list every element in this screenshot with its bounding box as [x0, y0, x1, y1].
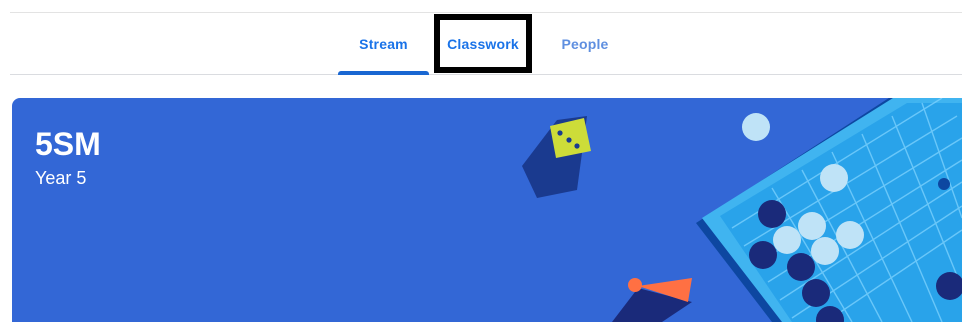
- tab-people[interactable]: People: [545, 13, 625, 74]
- class-banner: 5SM Year 5: [12, 98, 962, 322]
- pawn-icon: [612, 278, 692, 322]
- tab-people-label: People: [561, 35, 609, 52]
- board-game-illustration: [522, 98, 962, 322]
- tab-stream[interactable]: Stream: [338, 13, 429, 75]
- light-stone-icon: [742, 113, 770, 141]
- tab-classwork-label: Classwork: [447, 35, 519, 52]
- die-icon: [522, 116, 591, 198]
- tab-stream-label: Stream: [359, 35, 408, 52]
- tab-classwork[interactable]: Classwork: [434, 14, 532, 73]
- class-tab-bar: Stream Classwork People: [10, 13, 962, 75]
